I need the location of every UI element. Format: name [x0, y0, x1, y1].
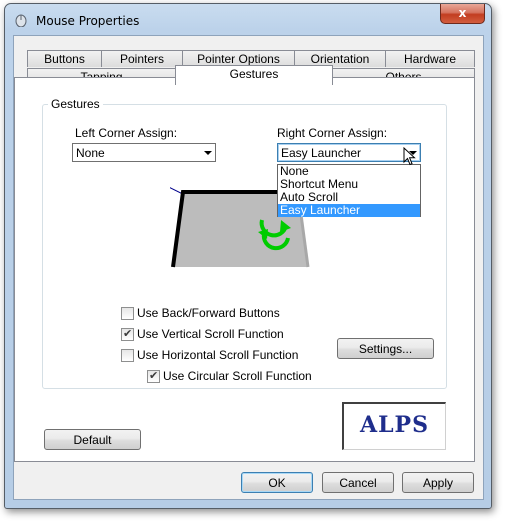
right-corner-select[interactable]: Easy Launcher [277, 143, 421, 162]
tab-pointers[interactable]: Pointers [101, 50, 183, 67]
close-icon: x [458, 6, 467, 20]
tab-buttons[interactable]: Buttons [27, 50, 102, 67]
vertical-scroll-label: Use Vertical Scroll Function [137, 327, 284, 341]
right-corner-label: Right Corner Assign: [277, 126, 388, 140]
gestures-group-label: Gestures [48, 97, 103, 111]
pointer-cursor-icon [403, 147, 416, 166]
dropdown-option-easy-launcher[interactable]: Easy Launcher [278, 204, 420, 217]
title-bar[interactable]: Mouse Properties x [5, 4, 491, 34]
left-corner-value: None [76, 146, 105, 160]
circular-scroll-label: Use Circular Scroll Function [163, 369, 312, 383]
horizontal-scroll-label: Use Horizontal Scroll Function [137, 348, 299, 362]
back-forward-label: Use Back/Forward Buttons [137, 306, 280, 320]
right-corner-value: Easy Launcher [281, 146, 362, 160]
right-corner-dropdown-list: None Shortcut Menu Auto Scroll Easy Laun… [277, 164, 421, 217]
horizontal-scroll-checkbox[interactable] [121, 349, 134, 362]
cancel-button[interactable]: Cancel [322, 472, 394, 493]
chevron-down-icon [204, 151, 212, 155]
vertical-scroll-checkbox[interactable] [121, 327, 134, 341]
tab-gestures[interactable]: Gestures [175, 65, 333, 85]
apply-button[interactable]: Apply [402, 472, 474, 493]
alps-logo-box: ALPS [342, 402, 446, 450]
window-title: Mouse Properties [36, 14, 140, 28]
mouse-icon [15, 14, 27, 27]
left-corner-label: Left Corner Assign: [75, 126, 178, 140]
ok-button[interactable]: OK [241, 472, 313, 493]
circular-scroll-checkbox[interactable] [147, 369, 160, 383]
close-button[interactable]: x [440, 4, 485, 24]
alps-logo: ALPS [360, 412, 429, 438]
settings-button[interactable]: Settings... [337, 338, 434, 359]
tab-hardware[interactable]: Hardware [385, 50, 475, 67]
left-corner-select[interactable]: None [72, 143, 216, 162]
back-forward-checkbox[interactable] [121, 307, 134, 320]
default-button[interactable]: Default [44, 429, 141, 450]
